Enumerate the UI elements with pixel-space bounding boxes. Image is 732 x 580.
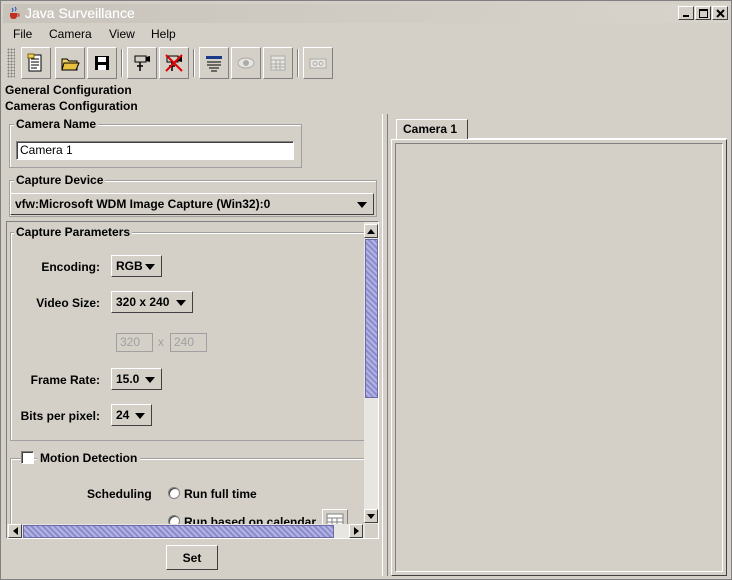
menu-help[interactable]: Help: [151, 27, 176, 41]
encoding-select[interactable]: RGB: [111, 255, 162, 277]
scheduling-label: Scheduling: [87, 487, 152, 501]
title-bar[interactable]: Java Surveillance: [3, 4, 729, 23]
bits-per-pixel-value: 24: [116, 408, 130, 422]
new-document-icon: [27, 53, 42, 72]
add-camera-icon: [134, 55, 150, 71]
calendar-grid-icon: [270, 55, 286, 71]
camera-view-panel: [391, 139, 727, 576]
set-button[interactable]: Set: [166, 545, 218, 570]
scroll-down-button[interactable]: [364, 509, 378, 523]
save-button[interactable]: [87, 47, 117, 79]
menu-view[interactable]: View: [109, 27, 135, 41]
frame-rate-select[interactable]: 15.0: [111, 368, 162, 390]
main-window: Java Surveillance File Camera View Help: [0, 0, 732, 580]
arrow-up-icon: [367, 228, 375, 234]
motion-detection-checkbox[interactable]: [21, 451, 34, 464]
save-disk-icon: [95, 56, 109, 70]
arrow-down-icon: [367, 513, 375, 519]
minimize-icon: [683, 15, 689, 17]
video-size-select[interactable]: 320 x 240: [111, 291, 193, 313]
menu-bar: File Camera View Help: [3, 24, 729, 44]
window-title: Java Surveillance: [25, 5, 135, 21]
properties-button[interactable]: [199, 47, 229, 79]
toolbar-separator: [121, 49, 123, 77]
close-button[interactable]: [712, 6, 728, 20]
chevron-down-icon: [176, 300, 186, 306]
video-size-label: Video Size:: [36, 296, 100, 310]
toolbar-separator: [193, 49, 195, 77]
run-full-time-radio[interactable]: [168, 487, 180, 499]
record-button[interactable]: [303, 47, 333, 79]
times-sign: x: [158, 335, 164, 349]
scroll-left-button[interactable]: [8, 524, 22, 538]
arrow-left-icon: [12, 527, 18, 535]
remove-camera-icon: [165, 54, 183, 72]
maximize-button[interactable]: [695, 6, 711, 20]
cameras-config-label[interactable]: Cameras Configuration: [5, 99, 138, 113]
camera-preview-area: [395, 143, 723, 572]
capture-device-title: Capture Device: [14, 173, 106, 187]
calendar-button[interactable]: [263, 47, 293, 79]
vertical-scroll-thumb[interactable]: [365, 239, 378, 398]
capture-parameters-title: Capture Parameters: [14, 225, 133, 239]
split-pane-divider[interactable]: [382, 114, 388, 576]
video-size-value: 320 x 240: [116, 295, 170, 309]
toolbar-separator: [297, 49, 299, 77]
properties-icon: [206, 56, 222, 72]
open-folder-icon: [61, 58, 80, 71]
parameters-scroll-pane: Capture Parameters Encoding: RGB Video S…: [6, 221, 379, 539]
bits-per-pixel-label: Bits per pixel:: [20, 409, 100, 423]
toolbar-grip[interactable]: [7, 48, 15, 78]
toolbar: [3, 45, 729, 81]
close-icon: [715, 8, 725, 18]
horizontal-scroll-thumb[interactable]: [23, 525, 334, 538]
view-button[interactable]: [231, 47, 261, 79]
general-config-label[interactable]: General Configuration: [5, 83, 132, 97]
frame-rate-value: 15.0: [116, 372, 140, 386]
video-height-input[interactable]: 240: [170, 333, 207, 352]
chevron-down-icon: [135, 413, 145, 419]
scroll-up-button[interactable]: [364, 224, 378, 238]
video-width-input[interactable]: 320: [116, 333, 153, 352]
add-camera-button[interactable]: [127, 47, 157, 79]
camera-name-input[interactable]: Camera 1: [16, 141, 294, 160]
open-button[interactable]: [55, 47, 85, 79]
chevron-down-icon: [145, 377, 155, 383]
menu-file[interactable]: File: [13, 27, 32, 41]
new-button[interactable]: [21, 47, 51, 79]
maximize-icon: [698, 8, 708, 18]
arrow-right-icon: [353, 527, 359, 535]
menu-camera[interactable]: Camera: [49, 27, 92, 41]
record-tape-icon: [309, 58, 327, 69]
capture-device-value: vfw:Microsoft WDM Image Capture (Win32):…: [15, 197, 271, 211]
remove-camera-button[interactable]: [159, 47, 189, 79]
minimize-button[interactable]: [678, 6, 694, 20]
view-eye-icon: [237, 57, 255, 69]
bits-per-pixel-select[interactable]: 24: [111, 404, 152, 426]
encoding-value: RGB: [116, 259, 143, 273]
run-full-time-label[interactable]: Run full time: [184, 487, 257, 501]
camera-name-title: Camera Name: [14, 117, 99, 131]
scroll-right-button[interactable]: [349, 524, 363, 538]
encoding-label: Encoding:: [41, 260, 100, 274]
chevron-down-icon: [145, 264, 155, 270]
chevron-down-icon: [357, 202, 367, 208]
java-cup-icon: [10, 6, 20, 19]
capture-device-select[interactable]: vfw:Microsoft WDM Image Capture (Win32):…: [10, 193, 374, 215]
motion-detection-label[interactable]: Motion Detection: [37, 451, 141, 465]
tab-camera-1[interactable]: Camera 1: [396, 119, 468, 139]
frame-rate-label: Frame Rate:: [30, 373, 100, 387]
